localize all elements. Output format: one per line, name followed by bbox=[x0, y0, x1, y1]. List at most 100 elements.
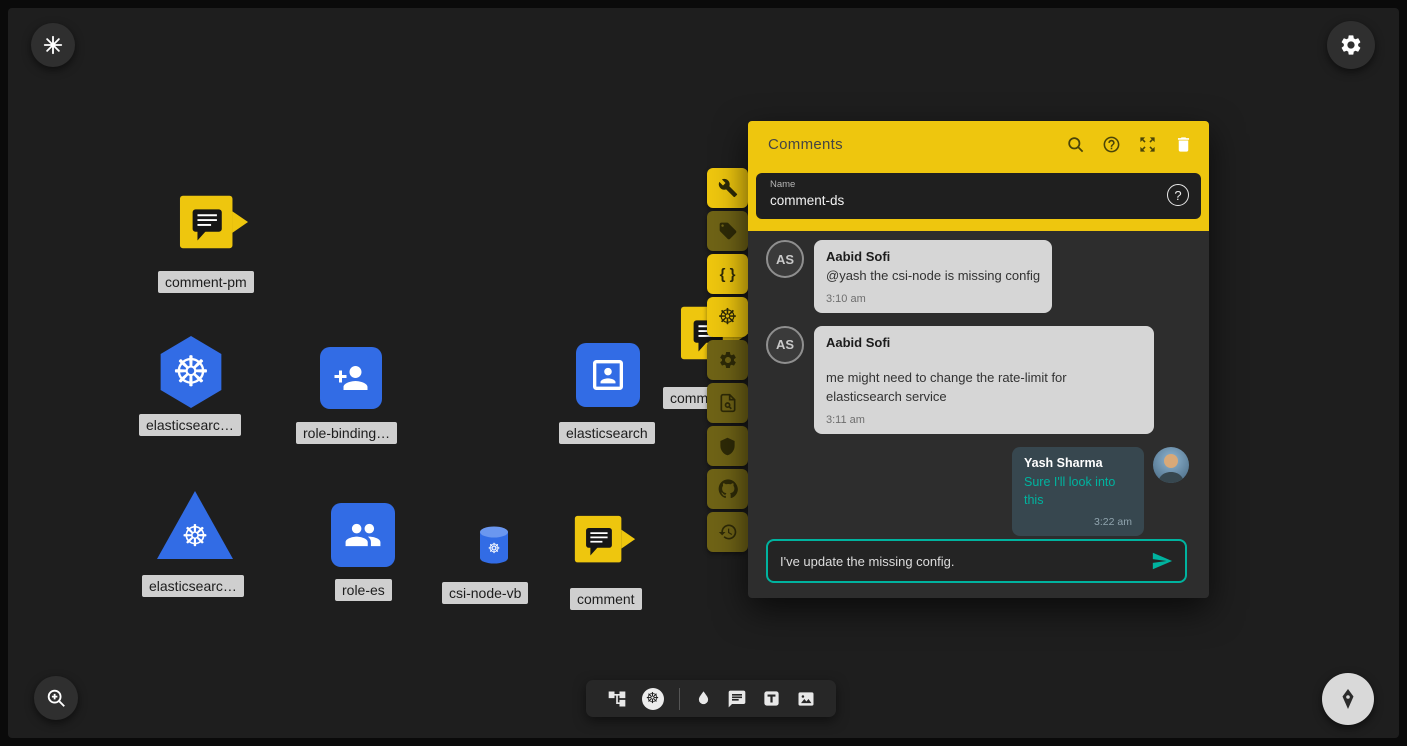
name-field-label: Name bbox=[770, 179, 1187, 190]
search-button[interactable] bbox=[1066, 135, 1085, 154]
comment-input-wrapper bbox=[766, 539, 1187, 583]
github-tool-button[interactable] bbox=[707, 469, 748, 509]
settings-tool-button[interactable] bbox=[707, 340, 748, 380]
pen-nib-icon bbox=[1336, 687, 1360, 711]
history-icon bbox=[718, 522, 738, 542]
message-time: 3:10 am bbox=[826, 293, 1040, 305]
text-tool-button[interactable] bbox=[762, 689, 781, 708]
app-frame: comment-pm ☸ elasticsearc… role-binding…… bbox=[0, 0, 1407, 746]
node-comment[interactable] bbox=[574, 515, 636, 570]
github-icon bbox=[718, 479, 738, 499]
kubernetes-wheel-icon: ☸ bbox=[182, 522, 209, 552]
message-row: AS Aabid Sofi me might need to change th… bbox=[766, 326, 1189, 434]
delete-button[interactable] bbox=[1174, 135, 1193, 154]
avatar-initials: AS bbox=[766, 240, 804, 278]
people-icon bbox=[344, 516, 382, 554]
avatar-initials: AS bbox=[766, 326, 804, 364]
design-canvas[interactable]: comment-pm ☸ elasticsearc… role-binding…… bbox=[8, 8, 1399, 738]
message-author: Yash Sharma bbox=[1024, 456, 1132, 470]
kubernetes-dock-button[interactable]: ☸ bbox=[642, 688, 664, 710]
dock-divider bbox=[679, 688, 680, 710]
gear-icon bbox=[718, 350, 738, 370]
settings-button[interactable] bbox=[1327, 21, 1375, 69]
account-badge-icon bbox=[588, 355, 628, 395]
node-elasticsearch-triangle[interactable]: ☸ bbox=[157, 491, 233, 559]
trash-icon bbox=[1174, 135, 1193, 154]
app-logo-button[interactable] bbox=[31, 23, 75, 67]
name-help-icon[interactable]: ? bbox=[1167, 184, 1189, 206]
node-label-comment-pm: comment-pm bbox=[158, 271, 254, 293]
configure-tool-button[interactable] bbox=[707, 168, 748, 208]
node-role-binding[interactable] bbox=[320, 347, 382, 409]
tag-icon bbox=[718, 221, 738, 241]
help-icon bbox=[1102, 135, 1121, 154]
message-bubble: Aabid Sofi @yash the csi-node is missing… bbox=[814, 240, 1052, 313]
shield-icon bbox=[718, 437, 737, 456]
component-tree-button[interactable] bbox=[607, 689, 627, 709]
node-label-csi-node-vb: csi-node-vb bbox=[442, 582, 528, 604]
kubernetes-icon: ☸ bbox=[718, 306, 738, 328]
message-row: Yash Sharma Sure I'll look into this 3:2… bbox=[766, 447, 1189, 536]
tag-tool-button[interactable] bbox=[707, 211, 748, 251]
inspect-tool-button[interactable] bbox=[707, 383, 748, 423]
message-time: 3:22 am bbox=[1024, 516, 1132, 528]
message-row: AS Aabid Sofi @yash the csi-node is miss… bbox=[766, 240, 1189, 313]
node-comment-pm[interactable] bbox=[179, 194, 249, 257]
expand-icon bbox=[1138, 135, 1157, 154]
comment-node-icon bbox=[179, 194, 249, 252]
node-elasticsearch-badge[interactable] bbox=[576, 343, 640, 407]
node-label-role-binding: role-binding… bbox=[296, 422, 397, 444]
name-field[interactable]: Name comment-ds ? bbox=[756, 173, 1201, 219]
message-text: @yash the csi-node is missing config bbox=[826, 267, 1040, 286]
storage-cylinder-icon: ☸ bbox=[478, 526, 510, 564]
node-label-comment: comment bbox=[570, 588, 642, 610]
security-tool-button[interactable] bbox=[707, 426, 748, 466]
document-scan-icon bbox=[718, 393, 738, 413]
svg-text:☸: ☸ bbox=[488, 540, 501, 556]
node-role-es[interactable] bbox=[331, 503, 395, 567]
node-label-elasticsearch-tri: elasticsearc… bbox=[142, 575, 244, 597]
text-icon bbox=[762, 689, 781, 708]
comment-icon bbox=[727, 689, 747, 709]
pen-mode-button[interactable] bbox=[1322, 673, 1374, 725]
shapes-tool-button[interactable] bbox=[695, 689, 712, 708]
comments-panel-title: Comments bbox=[768, 136, 843, 153]
user-photo bbox=[1153, 447, 1189, 483]
ink-drop-icon bbox=[695, 689, 712, 708]
kubernetes-tool-button[interactable]: ☸ bbox=[707, 297, 748, 337]
node-action-toolbar: { } ☸ bbox=[707, 168, 748, 555]
kubernetes-icon: ☸ bbox=[642, 688, 664, 710]
kubernetes-wheel-icon: ☸ bbox=[172, 351, 210, 393]
help-button[interactable] bbox=[1102, 135, 1121, 154]
comment-input[interactable] bbox=[780, 554, 1143, 569]
comments-panel: Comments bbox=[748, 121, 1209, 598]
name-field-section: Name comment-ds ? bbox=[748, 167, 1209, 231]
history-tool-button[interactable] bbox=[707, 512, 748, 552]
gear-icon bbox=[1339, 33, 1363, 57]
send-icon bbox=[1151, 550, 1173, 572]
wrench-icon bbox=[718, 178, 738, 198]
comment-tool-button[interactable] bbox=[727, 689, 747, 709]
comments-panel-actions bbox=[1066, 135, 1193, 154]
comments-panel-header[interactable]: Comments bbox=[748, 121, 1209, 167]
message-time: 3:11 am bbox=[826, 414, 1142, 426]
node-elasticsearch-hexagon[interactable]: ☸ bbox=[158, 336, 224, 408]
message-bubble: Aabid Sofi me might need to change the r… bbox=[814, 326, 1154, 434]
media-tool-button[interactable] bbox=[796, 689, 816, 709]
message-text: Sure I'll look into this bbox=[1024, 473, 1132, 509]
zoom-button[interactable] bbox=[34, 676, 78, 720]
message-author: Aabid Sofi bbox=[826, 335, 1142, 350]
name-field-value: comment-ds bbox=[770, 193, 1187, 208]
send-button[interactable] bbox=[1151, 550, 1173, 572]
message-author: Aabid Sofi bbox=[826, 249, 1040, 264]
zoom-in-icon bbox=[45, 687, 67, 709]
component-tree-icon bbox=[607, 689, 627, 709]
comments-thread: AS Aabid Sofi @yash the csi-node is miss… bbox=[748, 231, 1209, 598]
json-tool-button[interactable]: { } bbox=[707, 254, 748, 294]
braces-icon: { } bbox=[720, 267, 736, 282]
expand-button[interactable] bbox=[1138, 135, 1157, 154]
node-csi-node-vb[interactable]: ☸ bbox=[478, 526, 510, 569]
node-label-elasticsearch-hex: elasticsearc… bbox=[139, 414, 241, 436]
bottom-tool-dock: ☸ bbox=[586, 680, 836, 717]
node-label-elasticsearch: elasticsearch bbox=[559, 422, 655, 444]
